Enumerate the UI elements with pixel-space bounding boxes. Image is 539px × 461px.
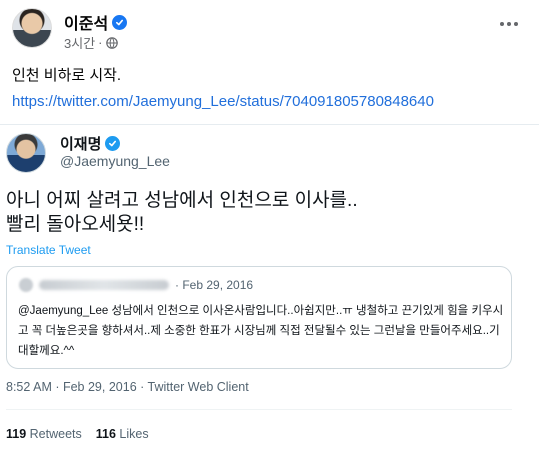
quoted-tweet-date: · Feb 29, 2016 xyxy=(175,278,254,292)
translate-tweet-link[interactable]: Translate Tweet xyxy=(6,243,91,257)
retweets-label: Retweets xyxy=(29,427,82,441)
tweet-embed[interactable]: 이재명 @Jaemyung_Lee 아니 어찌 살려고 성남에서 인천으로 이사… xyxy=(0,124,539,461)
author-name-row: 이준석 xyxy=(64,10,128,34)
post-link[interactable]: https://twitter.com/Jaemyung_Lee/status/… xyxy=(12,93,434,110)
blurred-username xyxy=(39,280,169,290)
post-header: 이준석 3시간 · xyxy=(12,8,527,56)
author-avatar[interactable] xyxy=(12,8,52,48)
tweet-text-line2: 빨리 돌아오세욧!! xyxy=(6,214,145,235)
tweet-text-line1: 아니 어찌 살려고 성남에서 인천으로 이사를.. xyxy=(6,190,358,211)
retweets-stat: 119 Retweets xyxy=(6,427,82,441)
globe-icon xyxy=(105,36,118,49)
likes-stat: 116 Likes xyxy=(96,427,149,441)
blurred-avatar xyxy=(19,278,33,292)
quoted-tweet-user: · Feb 29, 2016 xyxy=(19,278,253,292)
post-text: 인천 비하로 시작. xyxy=(12,67,122,84)
tweet-verified-badge-icon xyxy=(105,136,121,151)
more-options-icon[interactable] xyxy=(495,14,523,34)
post-meta: 3시간 · xyxy=(64,33,118,52)
tweet-author-name: 이재명 xyxy=(60,136,102,153)
author-name[interactable]: 이준석 xyxy=(64,10,108,34)
retweets-count: 119 xyxy=(6,427,27,441)
tweet-name-row: 이재명 xyxy=(60,133,121,154)
tweet-author-avatar xyxy=(6,133,46,173)
quoted-tweet-text: @Jaemyung_Lee 성남에서 인천으로 이사온사람입니다..아쉽지만..… xyxy=(18,305,504,357)
tweet-stats: 119 Retweets 116 Likes xyxy=(6,427,149,441)
meta-separator: · xyxy=(98,35,103,50)
tweet-text: 아니 어찌 살려고 성남에서 인천으로 이사를.. 빨리 돌아오세욧!! xyxy=(6,189,526,237)
tweet-timestamp: 8:52 AM · Feb 29, 2016 · Twitter Web Cli… xyxy=(6,380,249,394)
tweet-author-handle: @Jaemyung_Lee xyxy=(60,153,170,169)
post-time[interactable]: 3시간 xyxy=(64,33,95,52)
verified-badge-icon xyxy=(112,14,128,30)
likes-count: 116 xyxy=(95,427,116,441)
divider xyxy=(6,409,512,410)
quoted-tweet: · Feb 29, 2016 @Jaemyung_Lee 성남에서 인천으로 이… xyxy=(6,266,512,369)
likes-label: Likes xyxy=(119,427,149,441)
